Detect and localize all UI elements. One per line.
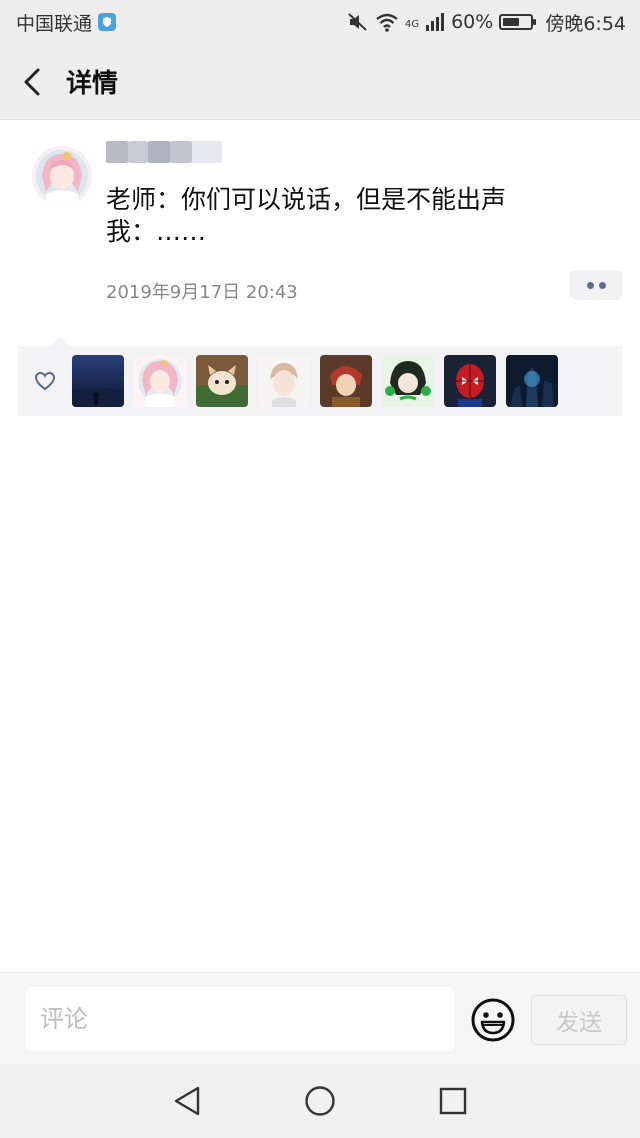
page-title: 详情 xyxy=(66,69,119,99)
liker-avatar[interactable] xyxy=(196,355,248,407)
post-text: 老师：你们可以说话，但是不能出声 我：…… xyxy=(106,185,507,246)
liker-avatar[interactable] xyxy=(134,355,186,407)
heart-icon xyxy=(34,371,56,391)
liker-avatar[interactable] xyxy=(258,355,310,407)
battery-fill xyxy=(503,18,519,26)
liker-avatar[interactable] xyxy=(382,355,434,407)
network-type: 4G xyxy=(404,18,420,30)
home-circle-icon[interactable] xyxy=(300,1081,340,1121)
signal-icon xyxy=(425,12,445,32)
liker-avatar[interactable] xyxy=(506,355,558,407)
battery-percent: 60% xyxy=(451,11,494,33)
liker-avatars xyxy=(72,355,558,407)
comment-bar: 发送 xyxy=(0,972,640,1064)
status-left: 中国联通 xyxy=(16,9,117,36)
post-timestamp: 2019年9月17日 20:43 xyxy=(106,282,298,303)
dot-icon xyxy=(586,281,594,289)
send-button[interactable]: 发送 xyxy=(531,995,627,1045)
liker-avatar[interactable] xyxy=(320,355,372,407)
more-options-button[interactable] xyxy=(570,270,622,300)
dot-icon xyxy=(598,281,606,289)
carrier-name: 中国联通 xyxy=(16,12,93,35)
emoji-button[interactable] xyxy=(470,997,516,1043)
likes-section xyxy=(18,336,622,416)
clock: 傍晚6:54 xyxy=(545,12,626,35)
recents-square-icon[interactable] xyxy=(433,1081,473,1121)
smiley-icon xyxy=(471,998,515,1042)
wifi-icon xyxy=(375,12,399,32)
liker-avatar[interactable] xyxy=(72,355,124,407)
system-nav-bar xyxy=(0,1064,640,1138)
status-bar: 中国联通 4G 60% 傍晚6:54 xyxy=(0,0,640,44)
back-triangle-icon[interactable] xyxy=(167,1081,207,1121)
comment-input[interactable] xyxy=(26,987,454,1051)
shield-icon xyxy=(98,13,117,31)
nav-bar: 详情 xyxy=(0,44,640,120)
author-name-blurred xyxy=(106,138,224,166)
author-avatar[interactable] xyxy=(32,146,92,206)
back-button[interactable] xyxy=(4,44,60,120)
status-right: 4G 60% 傍晚6:54 xyxy=(347,9,626,36)
mute-icon xyxy=(347,12,369,32)
chevron-left-icon xyxy=(24,68,40,95)
battery-icon xyxy=(499,14,537,30)
liker-avatar[interactable] xyxy=(444,355,496,407)
